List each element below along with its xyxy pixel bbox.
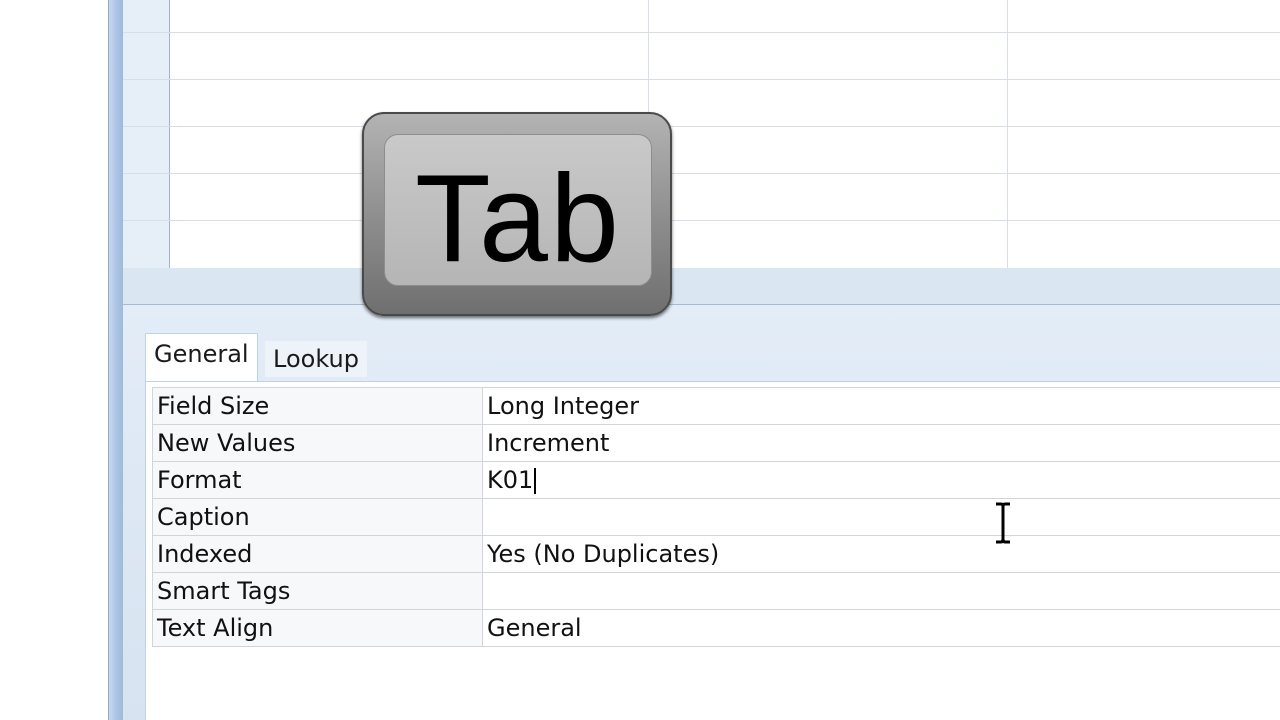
property-row-text-align[interactable]: Text Align General — [152, 609, 1280, 647]
property-row-new-values[interactable]: New Values Increment — [152, 424, 1280, 462]
property-row-field-size[interactable]: Field Size Long Integer — [152, 387, 1280, 425]
property-row-caption[interactable]: Caption — [152, 498, 1280, 536]
grid-row-line — [123, 126, 1280, 127]
property-label: Text Align — [152, 609, 483, 647]
property-value-field[interactable]: Increment — [482, 424, 1280, 462]
grid-row-line — [123, 220, 1280, 221]
property-label: Smart Tags — [152, 572, 483, 610]
field-properties-pane: General Lookup Field Size Long Integer N… — [123, 305, 1280, 720]
tab-key-overlay: Tab — [362, 112, 672, 316]
format-input-text: K01 — [487, 466, 534, 494]
property-label: Format — [152, 461, 483, 499]
property-row-indexed[interactable]: Indexed Yes (No Duplicates) — [152, 535, 1280, 573]
row-selector-column[interactable] — [123, 0, 170, 268]
property-label: New Values — [152, 424, 483, 462]
tab-key-label: Tab — [415, 150, 621, 288]
text-caret — [534, 468, 537, 494]
grid-row-line — [123, 32, 1280, 33]
property-label: Indexed — [152, 535, 483, 573]
property-label: Caption — [152, 498, 483, 536]
pane-splitter[interactable] — [123, 268, 1280, 305]
format-input[interactable]: K01 — [482, 461, 1280, 499]
window-left-margin — [0, 0, 109, 720]
general-properties-sheet: Field Size Long Integer New Values Incre… — [145, 381, 1280, 720]
property-row-smart-tags[interactable]: Smart Tags — [152, 572, 1280, 610]
tab-lookup[interactable]: Lookup — [265, 341, 367, 377]
property-table: Field Size Long Integer New Values Incre… — [152, 387, 1280, 647]
property-value-field[interactable] — [482, 498, 1280, 536]
field-design-grid[interactable] — [123, 0, 1280, 268]
ibeam-icon — [996, 502, 1010, 544]
property-value-field[interactable]: Long Integer — [482, 387, 1280, 425]
tab-key-face: Tab — [384, 134, 652, 286]
property-label: Field Size — [152, 387, 483, 425]
grid-row-line — [123, 79, 1280, 80]
window-frame-border — [108, 0, 124, 720]
grid-column-line — [1007, 0, 1008, 268]
property-value-field[interactable] — [482, 572, 1280, 610]
property-value-field[interactable]: Yes (No Duplicates) — [482, 535, 1280, 573]
grid-row-line — [123, 173, 1280, 174]
property-row-format[interactable]: Format K01 — [152, 461, 1280, 499]
property-value-field[interactable]: General — [482, 609, 1280, 647]
access-table-design-view: General Lookup Field Size Long Integer N… — [0, 0, 1280, 720]
tab-general[interactable]: General — [145, 333, 258, 382]
